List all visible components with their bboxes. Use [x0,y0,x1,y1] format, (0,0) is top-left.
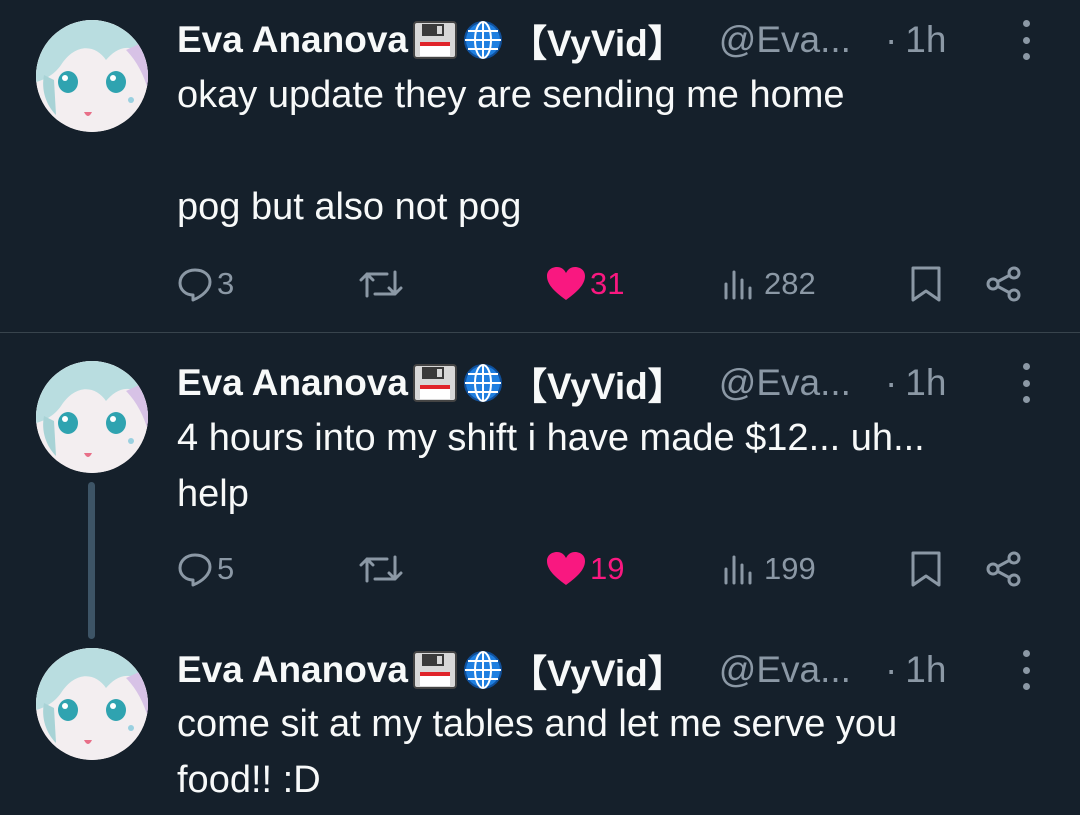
more-icon[interactable] [1020,650,1032,690]
tweet-actions: 5 19 199 [0,544,1080,594]
like-button[interactable]: 19 [546,544,624,594]
globe-icon [462,19,504,61]
timestamp[interactable]: 1h [905,362,946,404]
timestamp[interactable]: 1h [905,19,946,61]
like-count: 19 [590,551,625,586]
avatar[interactable] [36,20,148,132]
user-handle[interactable]: @Eva... [719,19,851,61]
name-tag: 【VyVid】 [510,23,685,64]
reply-count: 5 [217,551,235,586]
share-button[interactable] [985,259,1023,309]
bookmark-button[interactable] [909,259,943,309]
views-count: 199 [764,551,816,586]
retweet-button[interactable] [357,259,405,309]
bookmark-icon [909,550,943,588]
tweet-1[interactable]: Eva Ananova 【VyVid】 @Eva... · 1h okay up… [0,0,1080,332]
reply-button[interactable]: 3 [177,259,234,309]
reply-button[interactable]: 5 [177,544,234,594]
reply-icon [177,551,213,587]
display-name[interactable]: Eva Ananova [177,19,408,61]
like-button[interactable]: 31 [546,259,624,309]
retweet-icon [357,266,405,302]
floppy-disk-icon [412,363,458,403]
more-icon[interactable] [1020,363,1032,403]
timestamp[interactable]: 1h [905,649,946,691]
views-icon [722,266,760,302]
floppy-disk-icon [412,650,458,690]
views-count: 282 [764,266,816,301]
retweet-button[interactable] [357,544,405,594]
user-handle[interactable]: @Eva... [719,649,851,691]
more-icon[interactable] [1020,20,1032,60]
globe-icon [462,649,504,691]
tweet-2[interactable]: Eva Ananova 【VyVid】 @Eva... · 1h 4 hours… [0,333,1080,633]
separator-dot: · [884,362,898,403]
tweet-text: come sit at my tables and let me serve y… [177,703,898,801]
tweet-text: okay update they are sending me home pog… [177,74,845,228]
user-handle[interactable]: @Eva... [719,362,851,404]
heart-icon [546,551,586,587]
tweet-text: 4 hours into my shift i have made $12...… [177,417,925,515]
separator-dot: · [884,649,898,690]
display-name[interactable]: Eva Ananova [177,649,408,691]
share-button[interactable] [985,544,1023,594]
separator-dot: · [884,19,898,60]
reply-count: 3 [217,266,235,301]
bookmark-icon [909,265,943,303]
views-icon [722,551,760,587]
like-count: 31 [590,266,625,301]
tweet-3[interactable]: Eva Ananova 【VyVid】 @Eva... · 1h come si… [0,633,1080,815]
bookmark-button[interactable] [909,544,943,594]
retweet-icon [357,551,405,587]
share-icon [985,265,1023,303]
tweet-header: Eva Ananova 【VyVid】 @Eva... · 1h [177,358,1040,408]
avatar[interactable] [36,648,148,760]
tweet-header: Eva Ananova 【VyVid】 @Eva... · 1h [177,645,1040,695]
floppy-disk-icon [412,20,458,60]
name-tag: 【VyVid】 [510,653,685,694]
views-button[interactable]: 282 [722,259,816,309]
heart-icon [546,266,586,302]
reply-icon [177,266,213,302]
views-button[interactable]: 199 [722,544,816,594]
name-tag: 【VyVid】 [510,366,685,407]
globe-icon [462,362,504,404]
thread-connector-line [88,482,95,639]
tweet-header: Eva Ananova 【VyVid】 @Eva... · 1h [177,15,1040,65]
tweet-actions: 3 31 282 [0,259,1080,309]
avatar[interactable] [36,361,148,473]
share-icon [985,550,1023,588]
display-name[interactable]: Eva Ananova [177,362,408,404]
